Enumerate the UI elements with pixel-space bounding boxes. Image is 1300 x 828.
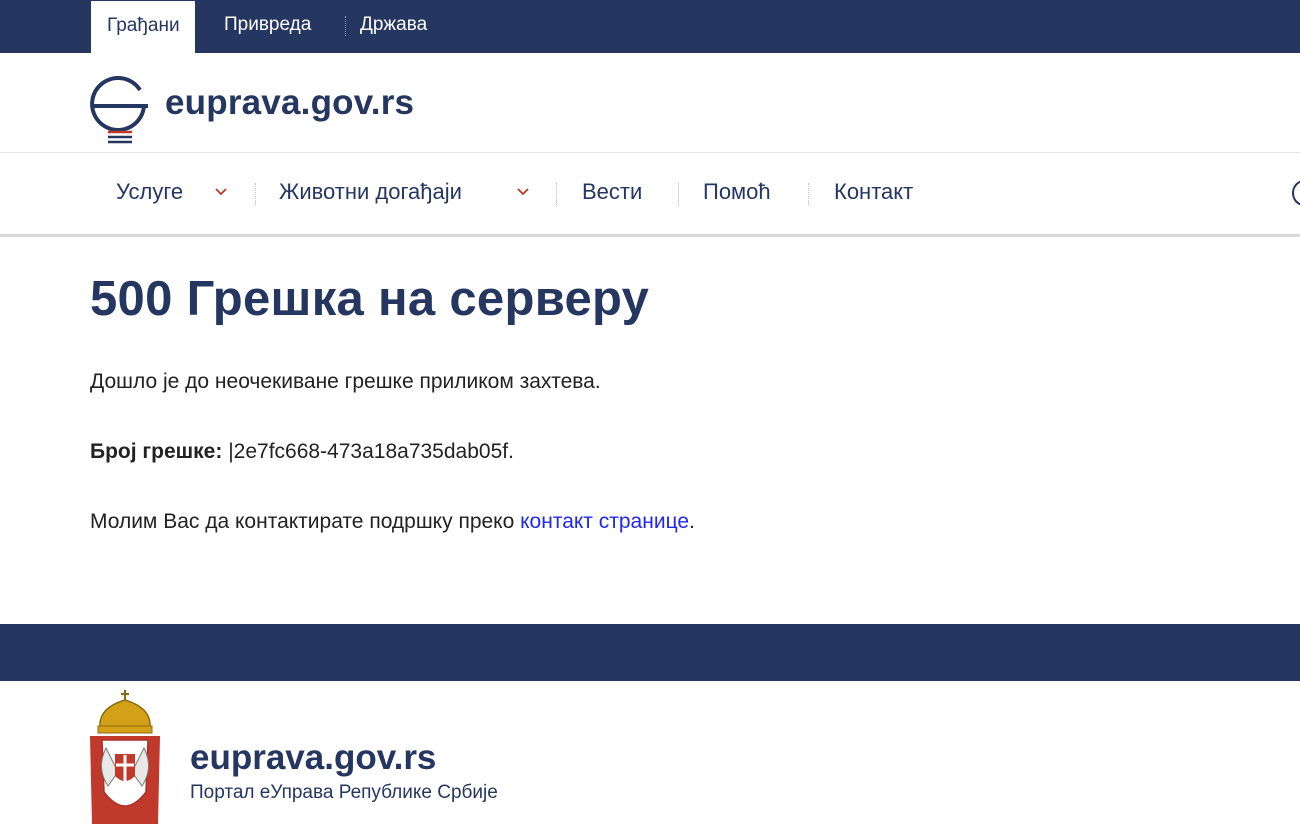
nav-item-pomoc[interactable]: Помоћ [703, 179, 771, 205]
tab-gradjani[interactable]: Грађани [91, 1, 195, 53]
contact-suffix: . [689, 510, 695, 533]
nav-divider [678, 183, 679, 205]
nav-divider [808, 183, 809, 205]
footer-subtitle: Портал еУправа Републике Србије [190, 782, 498, 803]
contact-page-link[interactable]: контакт странице [520, 510, 689, 533]
nav-item-kontakt[interactable]: Контакт [834, 179, 913, 205]
chevron-down-icon[interactable] [515, 183, 531, 199]
main-nav: Услуге Животни догађаји Вести Помоћ Конт… [0, 153, 1300, 237]
chevron-down-icon[interactable] [213, 183, 229, 199]
nav-divider [255, 183, 256, 205]
euprava-logo-icon[interactable] [90, 66, 152, 146]
footer-band [0, 624, 1300, 681]
error-code: Број грешке: |2e7fc668-473a18a735dab05f. [90, 440, 514, 464]
nav-item-zivotni-dogadjaji[interactable]: Животни догађаји [279, 179, 462, 205]
serbia-coat-of-arms-icon [90, 690, 160, 824]
tab-drzava[interactable]: Држава [360, 0, 427, 53]
tab-privreda[interactable]: Привреда [224, 0, 311, 53]
page-title: 500 Грешка на серверу [90, 272, 650, 326]
error-code-value: |2e7fc668-473a18a735dab05f. [228, 440, 514, 463]
brand-name[interactable]: euprava.gov.rs [165, 83, 414, 123]
tab-divider [345, 16, 346, 36]
error-message: Дошло је до неочекиване грешке приликом … [90, 370, 601, 393]
contact-prefix: Молим Вас да контактирате подршку преко [90, 510, 521, 533]
nav-divider [556, 183, 557, 205]
nav-item-vesti[interactable]: Вести [582, 179, 642, 205]
footer-brand-name[interactable]: euprava.gov.rs [190, 738, 436, 778]
top-bar: Грађани Привреда Држава [0, 0, 1300, 53]
contact-text: Молим Вас да контактирате подршку преко … [90, 510, 695, 534]
nav-item-usluge[interactable]: Услуге [116, 179, 183, 205]
error-code-label: Број грешке: [90, 440, 223, 463]
error-content: 500 Грешка на серверу [90, 270, 1240, 328]
brand-bar: euprava.gov.rs [0, 53, 1300, 153]
